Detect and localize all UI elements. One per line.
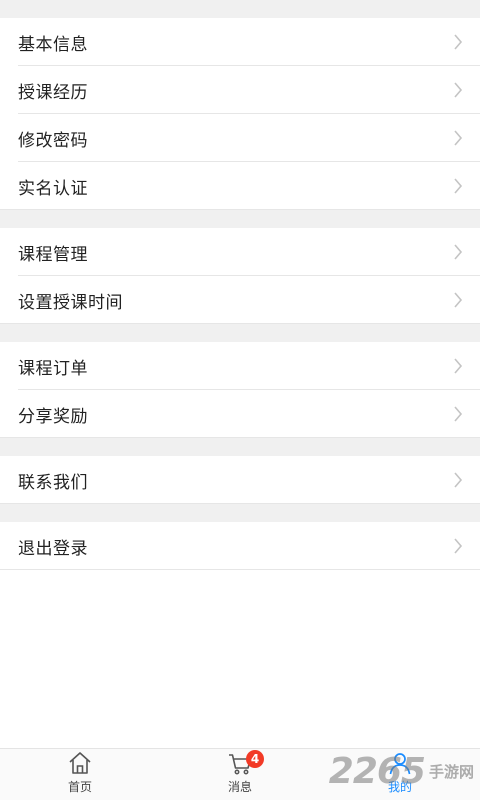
menu-item-label: 基本信息 xyxy=(18,34,88,55)
menu-item-label: 修改密码 xyxy=(18,130,88,151)
chevron-right-icon xyxy=(450,292,466,308)
user-icon xyxy=(389,753,411,775)
menu-item-label: 设置授课时间 xyxy=(18,292,123,313)
section-gap xyxy=(0,504,480,522)
menu-item-teaching-experience[interactable]: 授课经历 xyxy=(0,66,480,114)
chevron-right-icon xyxy=(450,34,466,50)
chevron-right-icon xyxy=(450,178,466,194)
tab-home[interactable]: 首页 xyxy=(0,749,160,800)
chevron-right-icon xyxy=(450,358,466,374)
menu-item-logout[interactable]: 退出登录 xyxy=(0,522,480,570)
tab-profile[interactable]: 我的 xyxy=(320,749,480,800)
menu-item-label: 退出登录 xyxy=(18,538,88,559)
menu-item-course-orders[interactable]: 课程订单 xyxy=(0,342,480,390)
tab-messages[interactable]: 4 消息 xyxy=(160,749,320,800)
section-gap xyxy=(0,438,480,456)
tab-profile-label: 我的 xyxy=(387,780,412,794)
chevron-right-icon xyxy=(450,130,466,146)
menu-item-real-name-verification[interactable]: 实名认证 xyxy=(0,162,480,210)
section-gap xyxy=(0,210,480,228)
menu-item-label: 课程管理 xyxy=(18,244,88,265)
menu-item-change-password[interactable]: 修改密码 xyxy=(0,114,480,162)
menu-item-label: 分享奖励 xyxy=(18,406,88,427)
section-gap xyxy=(0,0,480,18)
menu-item-course-management[interactable]: 课程管理 xyxy=(0,228,480,276)
chevron-right-icon xyxy=(450,244,466,260)
menu-item-label: 实名认证 xyxy=(18,178,88,199)
message-count-badge: 4 xyxy=(246,750,264,768)
tab-home-label: 首页 xyxy=(67,780,92,794)
menu-item-label: 课程订单 xyxy=(18,358,88,379)
chevron-right-icon xyxy=(450,538,466,554)
chevron-right-icon xyxy=(450,82,466,98)
menu-item-label: 联系我们 xyxy=(18,472,88,493)
menu-item-share-rewards[interactable]: 分享奖励 xyxy=(0,390,480,438)
menu-item-contact-us[interactable]: 联系我们 xyxy=(0,456,480,504)
home-icon xyxy=(69,752,91,774)
bottom-tab-bar: 首页 4 消息 我的 xyxy=(0,748,480,800)
menu-item-set-teaching-time[interactable]: 设置授课时间 xyxy=(0,276,480,324)
section-gap xyxy=(0,324,480,342)
chevron-right-icon xyxy=(450,472,466,488)
tab-messages-label: 消息 xyxy=(227,780,252,794)
settings-page: 基本信息 授课经历 修改密码 实名认证 课程管理 设置授课时间 课程订单 分享奖… xyxy=(0,0,480,748)
chevron-right-icon xyxy=(450,406,466,422)
menu-item-basic-info[interactable]: 基本信息 xyxy=(0,18,480,66)
menu-item-label: 授课经历 xyxy=(18,82,88,103)
